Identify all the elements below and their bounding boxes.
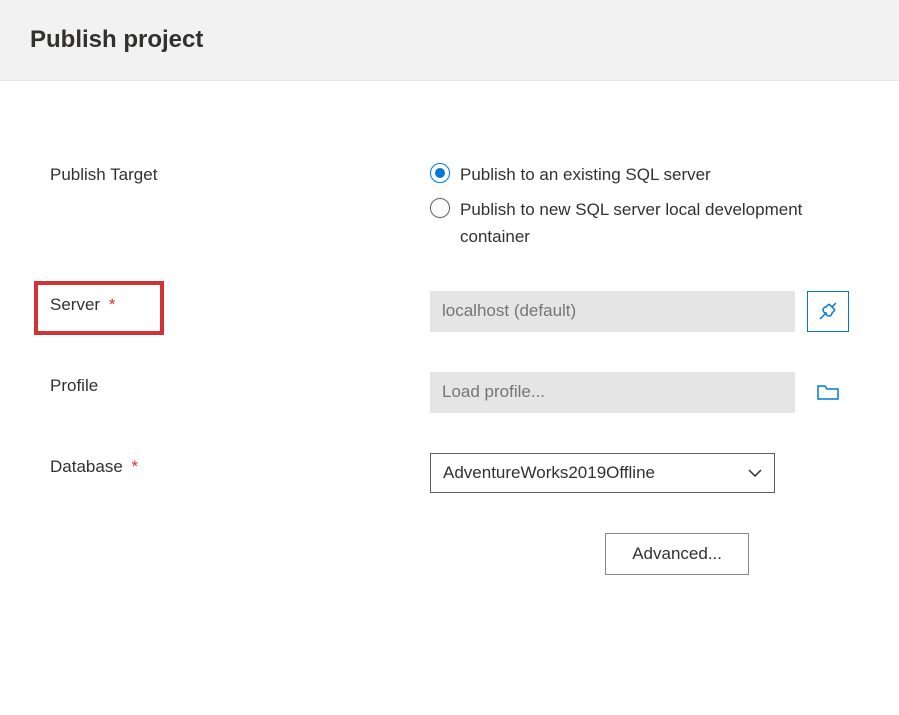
server-row: Server * — [50, 291, 849, 332]
profile-input[interactable] — [430, 372, 795, 413]
publish-target-row: Publish Target Publish to an existing SQ… — [50, 161, 849, 251]
database-required-asterisk: * — [132, 457, 139, 476]
radio-label-container: Publish to new SQL server local developm… — [460, 196, 849, 250]
profile-label: Profile — [50, 372, 430, 396]
advanced-button[interactable]: Advanced... — [605, 533, 749, 575]
radio-label-existing: Publish to an existing SQL server — [460, 161, 711, 188]
server-label: Server — [50, 295, 100, 314]
publish-target-radio-group: Publish to an existing SQL server Publis… — [430, 161, 849, 251]
folder-icon — [816, 382, 840, 402]
radio-input-existing[interactable] — [430, 163, 450, 183]
radio-option-container[interactable]: Publish to new SQL server local developm… — [430, 196, 849, 250]
server-highlight: Server * — [50, 295, 115, 314]
server-required-asterisk: * — [109, 295, 116, 314]
database-select-value: AdventureWorks2019Offline — [443, 463, 655, 483]
radio-input-container[interactable] — [430, 198, 450, 218]
page-title: Publish project — [30, 26, 869, 54]
server-input[interactable] — [430, 291, 795, 332]
database-row: Database * AdventureWorks2019Offline — [50, 453, 849, 493]
database-label: Database — [50, 457, 123, 476]
publish-target-label: Publish Target — [50, 161, 430, 185]
dialog-header: Publish project — [0, 0, 899, 81]
server-label-wrapper: Server * — [50, 291, 430, 315]
publish-target-controls: Publish to an existing SQL server Publis… — [430, 161, 849, 251]
database-controls: AdventureWorks2019Offline — [430, 453, 849, 493]
database-select[interactable]: AdventureWorks2019Offline — [430, 453, 775, 493]
browse-profile-button[interactable] — [807, 372, 849, 413]
database-label-wrapper: Database * — [50, 453, 430, 477]
plug-icon — [817, 300, 839, 322]
advanced-row: Advanced... — [50, 533, 849, 575]
profile-row: Profile — [50, 372, 849, 413]
connect-button[interactable] — [807, 291, 849, 332]
profile-controls — [430, 372, 849, 413]
server-controls — [430, 291, 849, 332]
chevron-down-icon — [748, 469, 762, 477]
radio-option-existing[interactable]: Publish to an existing SQL server — [430, 161, 849, 188]
form-content: Publish Target Publish to an existing SQ… — [0, 81, 899, 615]
